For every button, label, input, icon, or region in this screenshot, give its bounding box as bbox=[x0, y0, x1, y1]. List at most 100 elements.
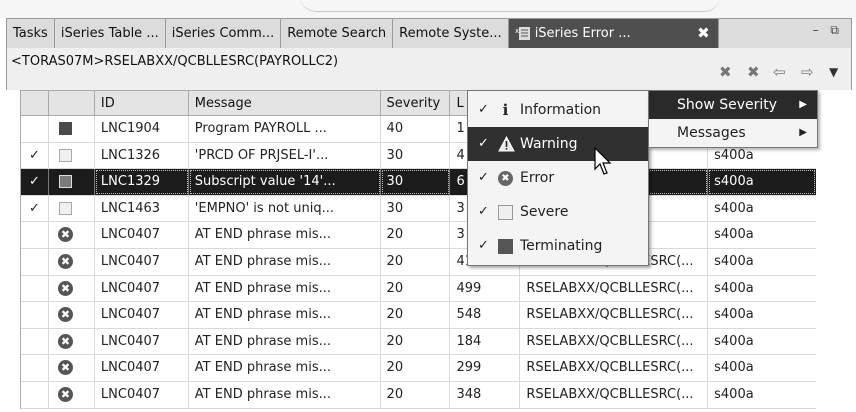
row-severity: 40 bbox=[381, 116, 451, 142]
tab-label: iSeries Error ... bbox=[534, 26, 631, 41]
header-message[interactable]: Message bbox=[189, 91, 381, 115]
row-system: s400a bbox=[708, 169, 816, 195]
menu-item-error[interactable]: ✓ ✖ Error bbox=[468, 161, 648, 195]
row-file: RSELABXX/QCBLLESRC(... bbox=[520, 381, 709, 408]
row-severity: 20 bbox=[381, 355, 451, 381]
table-row[interactable]: ✖ LNC0407 AT END phrase mis... 20 184 RSELABX… bbox=[21, 328, 816, 356]
row-severity-icon bbox=[49, 116, 95, 142]
information-icon: i bbox=[502, 101, 509, 119]
member-path: <TORAS07M>RSELABXX/QCBLLESRC(PAYROLLC2) bbox=[11, 54, 339, 69]
row-check bbox=[21, 248, 49, 275]
row-check bbox=[21, 222, 49, 248]
svg-text:x: x bbox=[515, 27, 519, 35]
severe-icon bbox=[58, 148, 72, 162]
check-mark-icon: ✓ bbox=[478, 136, 489, 151]
submenu-arrow-icon: ▶ bbox=[799, 127, 807, 138]
tab-label: Tasks bbox=[13, 26, 48, 41]
view-menu-icon[interactable]: ▼ bbox=[829, 65, 838, 79]
tab-remote-systems[interactable]: Remote Syste... bbox=[393, 19, 509, 48]
row-severity-icon: ✖ bbox=[49, 381, 95, 408]
row-message: Program PAYROLL ... bbox=[189, 116, 381, 142]
severe-icon bbox=[58, 201, 72, 215]
header-severity[interactable]: Severity bbox=[381, 91, 451, 115]
tab-remote-search[interactable]: Remote Search bbox=[281, 19, 394, 48]
header-id[interactable]: ID bbox=[95, 91, 189, 115]
terminating-icon bbox=[58, 122, 72, 135]
row-severity: 20 bbox=[381, 248, 451, 275]
table-row[interactable]: ✖ LNC0407 AT END phrase mis... 20 299 RSELABX… bbox=[21, 355, 816, 382]
row-severity: 30 bbox=[381, 142, 451, 169]
table-row[interactable]: ✖LNC0407AT END phrase mis...203TSRC(...s… bbox=[21, 222, 816, 249]
menu-item-label: Show Severity bbox=[677, 97, 778, 113]
tab-tasks[interactable]: Tasks bbox=[7, 19, 55, 48]
terminating-icon bbox=[58, 175, 72, 189]
row-severity: 20 bbox=[381, 302, 451, 328]
tab-iseries-commands[interactable]: iSeries Comm... bbox=[166, 19, 282, 48]
remove-selected-icon[interactable]: ✖ bbox=[719, 63, 732, 81]
row-severity-icon: ✖ bbox=[49, 355, 95, 381]
path-toolbar-row: <TORAS07M>RSELABXX/QCBLLESRC(PAYROLLC2) … bbox=[6, 48, 852, 90]
forward-arrow-icon[interactable]: ⇨ bbox=[801, 63, 814, 81]
menu-item-terminating[interactable]: ✓ Terminating bbox=[468, 229, 648, 263]
row-line: 499 bbox=[450, 275, 521, 302]
row-id: LNC0407 bbox=[95, 302, 189, 328]
table-row[interactable]: ✖LNC0407AT END phrase mis...20410RSELABX… bbox=[21, 248, 816, 276]
row-file: RSELABXX/QCBLLESRC(... bbox=[520, 302, 709, 328]
submenu-arrow-icon: ▶ bbox=[799, 99, 807, 110]
check-mark-icon: ✓ bbox=[478, 238, 489, 253]
row-check bbox=[21, 328, 49, 355]
row-severity-icon bbox=[49, 169, 95, 195]
menu-item-label: Severe bbox=[520, 204, 569, 220]
error-icon: ✖ bbox=[498, 171, 513, 186]
table-row[interactable]: ✖ LNC0407 AT END phrase mis... 20 548 RSELABX… bbox=[21, 302, 816, 329]
window-controls-icon[interactable]: – ⧉ bbox=[813, 23, 843, 38]
table-row[interactable]: ✖ LNC0407 AT END phrase mis... 20 348 RSELABX… bbox=[21, 381, 816, 409]
row-system: s400a bbox=[714, 280, 754, 296]
error-icon: ✖ bbox=[57, 360, 73, 376]
row-message: AT END phrase mis... bbox=[189, 222, 381, 248]
row-check bbox=[21, 302, 49, 328]
row-system: s400a bbox=[714, 227, 754, 243]
row-check: ✓ bbox=[21, 195, 49, 222]
table-row[interactable]: ✓LNC1463'EMPNO' is not uniq...303TSRC(..… bbox=[21, 195, 816, 223]
remove-all-icon[interactable]: ✖ bbox=[747, 63, 760, 81]
tab-iseries-error-list[interactable]: x iSeries Error ... ✖ bbox=[508, 19, 719, 48]
tab-label: Remote Search bbox=[287, 26, 387, 41]
mouse-cursor-icon bbox=[594, 147, 612, 175]
terminating-icon bbox=[498, 239, 513, 254]
row-id: LNC0407 bbox=[95, 222, 189, 248]
row-id: LNC0407 bbox=[95, 328, 189, 355]
menu-item-information[interactable]: ✓ i Information bbox=[468, 93, 648, 127]
row-message: Subscript value '14'... bbox=[189, 169, 381, 195]
back-arrow-icon[interactable]: ⇦ bbox=[773, 63, 786, 81]
table-row[interactable]: ✓LNC1329Subscript value '14'...306ESRC(.… bbox=[21, 169, 816, 196]
row-severity-icon bbox=[49, 195, 95, 222]
row-severity: 30 bbox=[381, 169, 451, 195]
error-icon: ✖ bbox=[57, 333, 73, 349]
row-system: s400a bbox=[714, 200, 754, 216]
row-file: RSELABXX/QCBLLESRC(... bbox=[520, 355, 709, 381]
row-severity-icon: ✖ bbox=[49, 222, 95, 248]
menu-item-show-severity[interactable]: Show Severity ▶ bbox=[649, 91, 817, 119]
row-file: RSELABXX/QCBLLESRC(... bbox=[520, 328, 709, 355]
header-icon[interactable] bbox=[49, 91, 95, 115]
error-list-icon: x bbox=[515, 27, 530, 40]
menu-item-label: Warning bbox=[520, 136, 578, 152]
close-tab-icon[interactable]: ✖ bbox=[697, 19, 710, 48]
menu-item-messages[interactable]: Messages ▶ bbox=[649, 119, 817, 147]
row-id: LNC1329 bbox=[95, 169, 189, 195]
table-body: LNC1904 Program PAYROLL ... 40 1 ✓ LNC1326 'PR… bbox=[21, 116, 816, 409]
row-severity: 20 bbox=[381, 222, 451, 248]
row-message: 'EMPNO' is not uniq... bbox=[189, 195, 381, 222]
header-check[interactable] bbox=[21, 91, 49, 115]
error-icon: ✖ bbox=[57, 386, 73, 402]
menu-item-severe[interactable]: ✓ Severe bbox=[468, 195, 648, 229]
row-severity: 20 bbox=[381, 275, 451, 302]
menu-item-warning[interactable]: ✓ Warning bbox=[468, 127, 648, 161]
view-tab-bar: Tasks iSeries Table ... iSeries Comm... … bbox=[6, 18, 852, 48]
row-file: RSELABXX/QCBLLESRC(... bbox=[520, 275, 709, 302]
table-row[interactable]: ✖ LNC0407 AT END phrase mis... 20 499 RSELABX… bbox=[21, 275, 816, 303]
tab-iseries-table[interactable]: iSeries Table ... bbox=[55, 19, 166, 48]
row-message: AT END phrase mis... bbox=[189, 302, 381, 328]
row-system: s400a bbox=[714, 253, 754, 269]
